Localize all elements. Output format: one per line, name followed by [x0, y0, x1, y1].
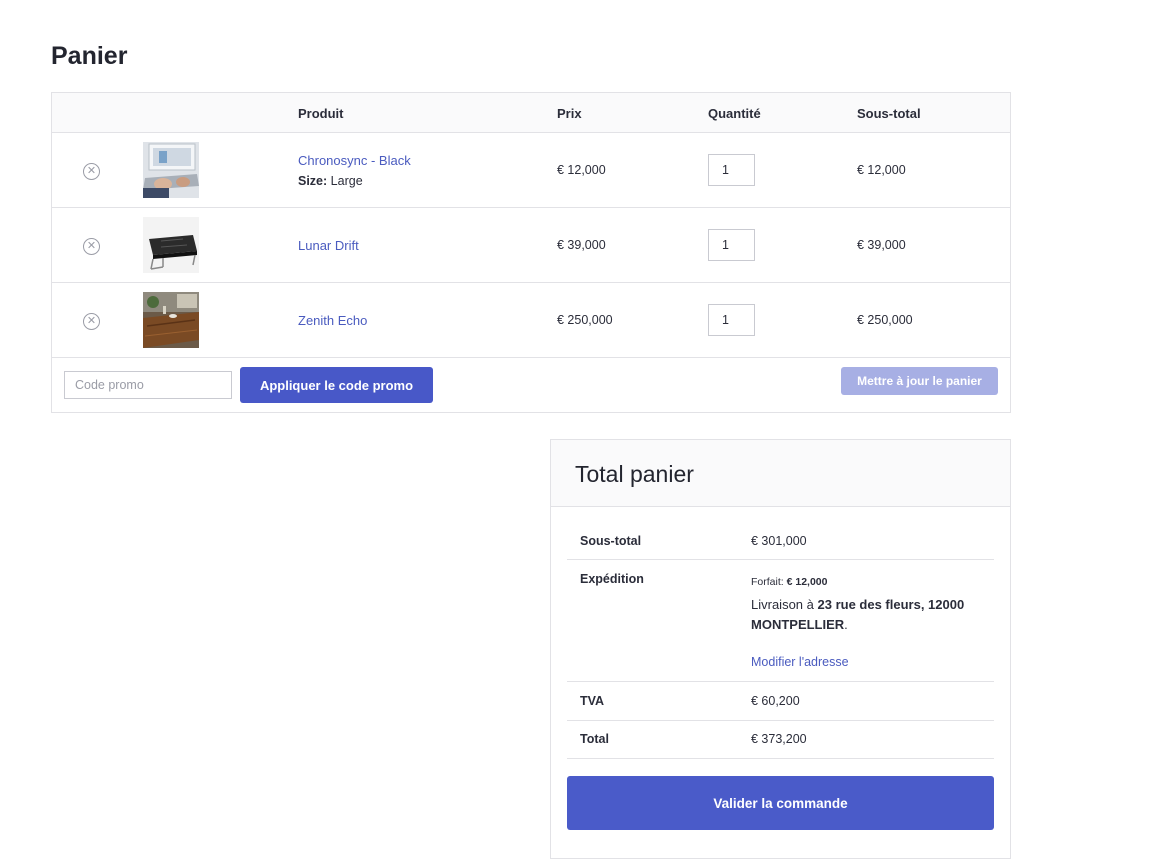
remove-item-icon[interactable]: ✕ [83, 163, 100, 180]
shipping-address: Livraison à 23 rue des fleurs, 12000 MON… [751, 595, 981, 635]
cart-row: ✕ Zenith Echo € 250,000 € 250,000 [52, 283, 1010, 358]
apply-promo-button[interactable]: Appliquer le code promo [240, 367, 433, 403]
product-name-link[interactable]: Zenith Echo [298, 313, 367, 328]
shipping-method: Forfait: € 12,000 [751, 576, 827, 588]
column-header-product: Produit [298, 106, 344, 121]
total-row: Total € 373,200 [567, 721, 994, 759]
cart-totals-title: Total panier [575, 461, 694, 487]
tax-row: TVA € 60,200 [567, 682, 994, 721]
variant-value: Large [330, 174, 363, 188]
product-thumbnail[interactable] [143, 142, 199, 198]
shipping-method-label: Forfait: [751, 576, 784, 588]
cart-row: ✕ Chronosync - Black Size: Large € 12,00… [52, 133, 1010, 208]
cart-row: ✕ Lunar Drift € 39,000 € 39,000 [52, 208, 1010, 283]
checkout-button[interactable]: Valider la commande [567, 776, 994, 830]
page-title: Panier [51, 42, 128, 70]
column-header-subtotal: Sous-total [857, 106, 921, 121]
promo-code-input[interactable] [64, 371, 232, 399]
variant-label: Size: [298, 174, 328, 188]
product-thumbnail[interactable] [143, 217, 199, 273]
subtotal-value: € 301,000 [751, 534, 807, 548]
item-subtotal: € 39,000 [857, 238, 906, 252]
product-variant: Size: Large [298, 174, 363, 188]
shipping-row: Expédition Forfait: € 12,000 Livraison à… [567, 560, 994, 682]
remove-item-icon[interactable]: ✕ [83, 313, 100, 330]
item-price: € 39,000 [557, 238, 606, 252]
item-price: € 12,000 [557, 163, 606, 177]
item-subtotal: € 250,000 [857, 313, 913, 327]
tax-label: TVA [580, 694, 605, 708]
product-name-link[interactable]: Lunar Drift [298, 238, 359, 253]
quantity-input[interactable] [708, 229, 755, 261]
cart-totals-header: Total panier [551, 440, 1010, 507]
item-price: € 250,000 [557, 313, 613, 327]
cart-table-header: Produit Prix Quantité Sous-total [52, 93, 1010, 133]
item-subtotal: € 12,000 [857, 163, 906, 177]
cart-actions: Appliquer le code promo Mettre à jour le… [52, 358, 1010, 412]
shipping-label: Expédition [580, 572, 644, 586]
product-name-link[interactable]: Chronosync - Black [298, 153, 411, 168]
cart-table: Produit Prix Quantité Sous-total ✕ Chron… [51, 92, 1011, 413]
total-value: € 373,200 [751, 732, 807, 746]
shipping-method-value: € 12,000 [786, 576, 828, 588]
quantity-input[interactable] [708, 154, 755, 186]
total-label: Total [580, 732, 609, 746]
subtotal-row: Sous-total € 301,000 [567, 522, 994, 560]
shipping-address-prefix: Livraison à [751, 597, 814, 612]
remove-item-icon[interactable]: ✕ [83, 238, 100, 255]
shipping-address-suffix: . [844, 617, 848, 632]
tax-value: € 60,200 [751, 694, 800, 708]
cart-totals: Total panier Sous-total € 301,000 Expédi… [550, 439, 1011, 859]
update-cart-button[interactable]: Mettre à jour le panier [841, 367, 998, 395]
product-thumbnail[interactable] [143, 292, 199, 348]
change-address-link[interactable]: Modifier l'adresse [751, 655, 849, 669]
column-header-quantity: Quantité [708, 106, 761, 121]
subtotal-label: Sous-total [580, 534, 642, 548]
column-header-price: Prix [557, 106, 582, 121]
quantity-input[interactable] [708, 304, 755, 336]
